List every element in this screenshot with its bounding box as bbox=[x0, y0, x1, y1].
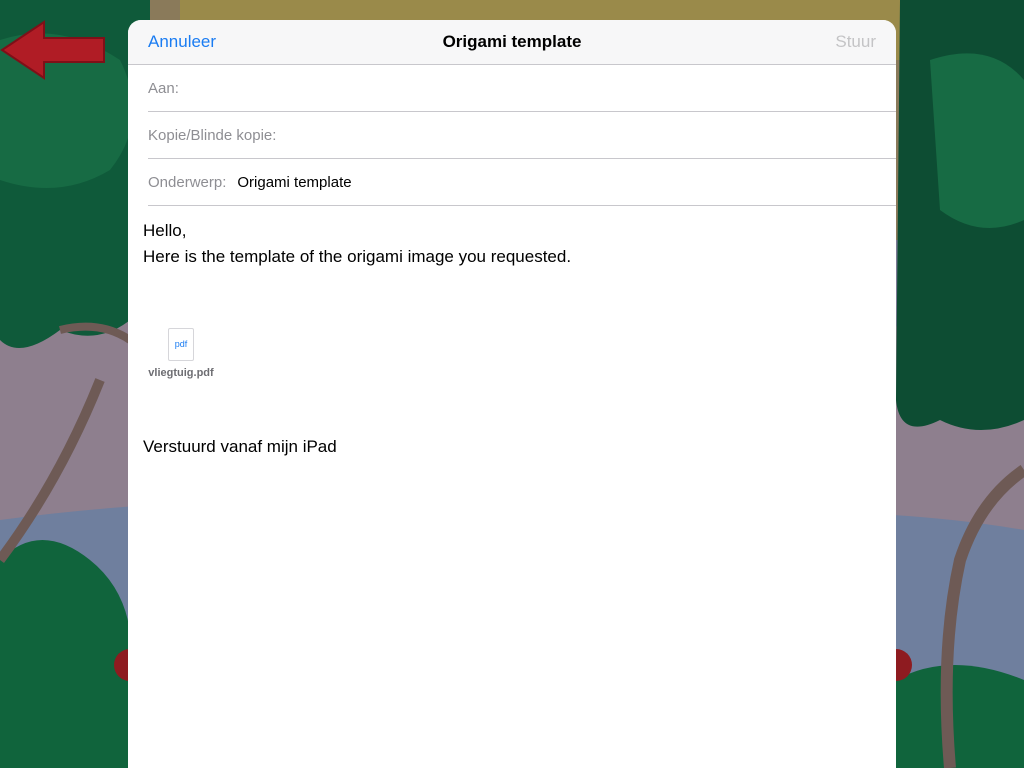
cc-bcc-field[interactable]: Kopie/Blinde kopie: bbox=[148, 112, 896, 159]
to-label: Aan: bbox=[148, 79, 179, 97]
message-body[interactable]: Hello, Here is the template of the origa… bbox=[128, 206, 896, 460]
attachment-filename: vliegtuig.pdf bbox=[148, 367, 214, 379]
cc-bcc-input[interactable] bbox=[276, 119, 896, 151]
pdf-icon-label: pdf bbox=[174, 339, 188, 349]
to-input[interactable] bbox=[178, 72, 896, 104]
to-field[interactable]: Aan: bbox=[148, 65, 896, 112]
cc-bcc-label: Kopie/Blinde kopie: bbox=[148, 126, 277, 144]
compose-title: Origami template bbox=[442, 32, 582, 51]
subject-label: Onderwerp: bbox=[148, 173, 227, 191]
mail-compose-sheet: Annuleer Origami template Stuur Aan: Kop… bbox=[128, 20, 896, 768]
subject-field[interactable]: Onderwerp: Origami template bbox=[148, 159, 896, 206]
back-arrow-icon[interactable] bbox=[0, 20, 106, 80]
message-greeting: Hello, bbox=[143, 221, 187, 240]
message-text: Here is the template of the origami imag… bbox=[143, 247, 572, 266]
pdf-file-icon: pdf bbox=[168, 328, 194, 361]
send-button[interactable]: Stuur bbox=[835, 32, 876, 52]
subject-value[interactable]: Origami template bbox=[237, 174, 351, 191]
navigation-bar: Annuleer Origami template Stuur bbox=[128, 20, 896, 65]
message-signature: Verstuurd vanaf mijn iPad bbox=[143, 437, 337, 456]
pdf-attachment[interactable]: pdf vliegtuig.pdf bbox=[143, 328, 219, 380]
